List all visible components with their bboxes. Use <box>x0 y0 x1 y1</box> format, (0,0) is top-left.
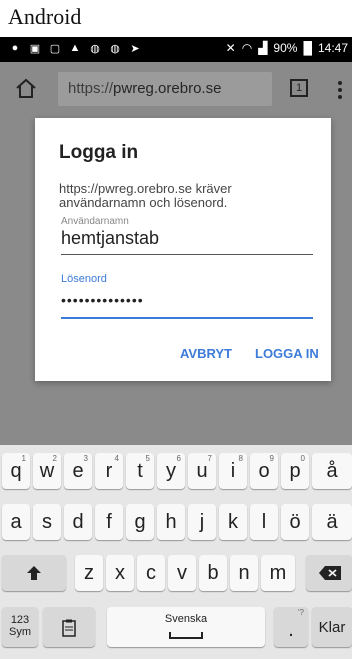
shift-arrow-icon <box>27 566 41 580</box>
key-aring[interactable]: å <box>312 453 352 489</box>
key-l[interactable]: l <box>250 504 278 540</box>
password-label: Lösenord <box>61 273 107 285</box>
clipboard-key[interactable] <box>43 607 95 647</box>
key-b[interactable]: b <box>199 555 227 591</box>
url-prefix: https:// <box>68 80 114 97</box>
key-a-umlaut[interactable]: ä <box>312 504 352 540</box>
key-n[interactable]: n <box>230 555 258 591</box>
clock: 14:47 <box>317 41 348 55</box>
symbols-key[interactable]: 123 Sym <box>2 607 38 647</box>
keyboard: 1q 2w 3e 4r 5t 6y 7u 8i 9o 0p å a s d f … <box>0 445 352 659</box>
key-s[interactable]: s <box>33 504 61 540</box>
key-z[interactable]: z <box>75 555 103 591</box>
key-x[interactable]: x <box>106 555 134 591</box>
key-k[interactable]: k <box>219 504 247 540</box>
messenger-icon: ◍ <box>90 42 100 55</box>
key-d[interactable]: d <box>64 504 92 540</box>
key-m[interactable]: m <box>261 555 295 591</box>
image-notification-icon: ▣ <box>29 42 41 55</box>
tab-switcher-button[interactable]: 1 <box>290 79 308 97</box>
dialog-message: https://pwreg.orebro.se kräver användarn… <box>59 181 232 210</box>
key-h[interactable]: h <box>157 504 185 540</box>
key-w[interactable]: 2w <box>33 453 61 489</box>
key-a[interactable]: a <box>2 504 30 540</box>
key-g[interactable]: g <box>126 504 154 540</box>
clipboard-icon <box>62 619 76 637</box>
address-bar[interactable]: https://pwreg.orebro.se <box>58 72 272 106</box>
key-c[interactable]: c <box>137 555 165 591</box>
username-underline <box>61 254 313 255</box>
done-key[interactable]: Klar <box>312 607 352 647</box>
key-v[interactable]: v <box>168 555 196 591</box>
shift-key[interactable] <box>2 555 66 591</box>
caption-android: Android <box>8 4 82 29</box>
login-dialog: Logga in https://pwreg.orebro.se kräver … <box>35 118 331 381</box>
space-key[interactable]: Svenska <box>107 607 265 647</box>
warning-icon: ▲ <box>69 42 81 54</box>
login-button[interactable]: LOGGA IN <box>255 346 319 361</box>
app-notification-icon: ● <box>11 42 19 54</box>
backspace-icon <box>319 566 341 580</box>
url-host: pwreg.orebro.se <box>113 80 222 97</box>
dialog-title: Logga in <box>59 142 139 163</box>
status-right: ✕ ◠ ▟ 90% █ 14:47 <box>226 41 348 55</box>
wifi-icon: ◠ <box>241 41 253 55</box>
battery-percent: 90% <box>273 41 298 55</box>
signal-icon: ▟ <box>258 41 268 55</box>
backspace-key[interactable] <box>306 555 352 591</box>
username-label: Användarnamn <box>61 216 129 227</box>
calendar-notification-icon: ▢ <box>49 42 61 55</box>
overflow-menu-icon[interactable] <box>336 78 344 100</box>
key-q[interactable]: 1q <box>2 453 30 489</box>
key-y[interactable]: 6y <box>157 453 185 489</box>
key-t[interactable]: 5t <box>126 453 154 489</box>
password-underline <box>61 317 313 319</box>
battery-icon: █ <box>303 41 312 55</box>
key-e[interactable]: 3e <box>64 453 92 489</box>
key-u[interactable]: 7u <box>188 453 216 489</box>
messenger-icon-2: ◍ <box>110 42 120 55</box>
key-r[interactable]: 4r <box>95 453 123 489</box>
key-p[interactable]: 0p <box>281 453 309 489</box>
home-icon[interactable] <box>14 77 38 101</box>
key-j[interactable]: j <box>188 504 216 540</box>
key-f[interactable]: f <box>95 504 123 540</box>
browser-toolbar: https://pwreg.orebro.se 1 <box>0 62 352 118</box>
key-i[interactable]: 8i <box>219 453 247 489</box>
period-key[interactable]: '? . <box>274 607 308 647</box>
status-icons: ● ▣ ▢ ▲ ◍ ◍ ➤ <box>8 41 142 55</box>
send-icon: ➤ <box>130 42 140 55</box>
username-field[interactable]: hemtjanstab <box>61 228 159 249</box>
status-bar: ● ▣ ▢ ▲ ◍ ◍ ➤ ✕ ◠ ▟ 90% █ 14:47 <box>0 37 352 62</box>
key-o[interactable]: 9o <box>250 453 278 489</box>
mute-icon: ✕ <box>225 41 236 55</box>
key-o-umlaut[interactable]: ö <box>281 504 309 540</box>
password-field[interactable]: •••••••••••••• <box>61 292 144 308</box>
cancel-button[interactable]: AVBRYT <box>180 346 232 361</box>
space-bar-icon <box>169 632 203 639</box>
